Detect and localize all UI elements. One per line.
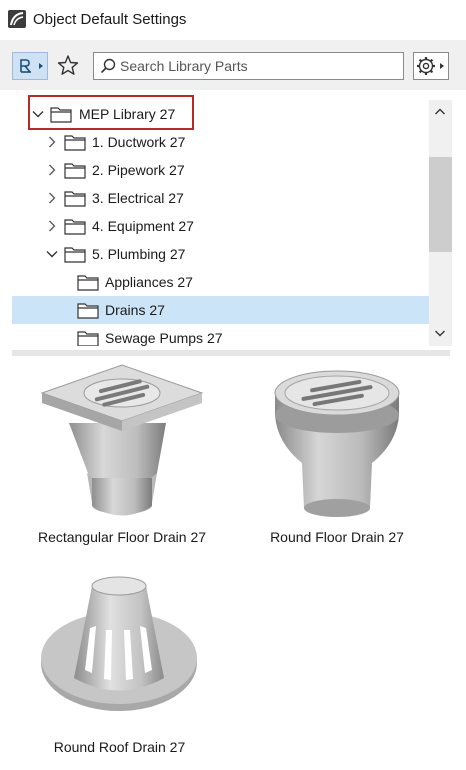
chevron-right-icon[interactable] bbox=[46, 136, 58, 148]
library-part-preview-grid: Rectangular Floor Drain 27 Round Floor D… bbox=[12, 363, 450, 770]
chevron-right-icon[interactable] bbox=[46, 192, 58, 204]
panel-splitter[interactable] bbox=[12, 350, 450, 356]
tree-item-label: 2. Pipework 27 bbox=[92, 162, 185, 178]
tree-item-label: 3. Electrical 27 bbox=[92, 190, 184, 206]
folder-icon bbox=[77, 331, 99, 346]
folder-icon bbox=[64, 135, 86, 151]
title-bar: Object Default Settings bbox=[0, 0, 466, 50]
tree-item-label: Drains 27 bbox=[105, 302, 165, 318]
library-parts-button[interactable] bbox=[12, 52, 48, 80]
chevron-right-icon[interactable] bbox=[46, 164, 58, 176]
chevron-down-icon[interactable] bbox=[46, 248, 58, 260]
library-parts-icon bbox=[20, 59, 43, 73]
star-icon bbox=[57, 55, 79, 75]
search-icon bbox=[100, 58, 116, 74]
tree-item-plumbing[interactable]: 5. Plumbing 27 bbox=[12, 240, 429, 268]
chevron-right-icon[interactable] bbox=[46, 220, 58, 232]
folder-icon bbox=[64, 247, 86, 263]
part-round-roof-drain[interactable]: Round Roof Drain 27 bbox=[32, 568, 207, 758]
tree-item-appliances[interactable]: Appliances 27 bbox=[12, 268, 429, 296]
settings-menu-button[interactable] bbox=[413, 52, 449, 80]
folder-icon bbox=[64, 191, 86, 207]
folder-icon bbox=[77, 275, 99, 291]
tree-item-label: Appliances 27 bbox=[105, 274, 193, 290]
folder-icon bbox=[77, 303, 99, 319]
part-rectangular-floor-drain[interactable]: Rectangular Floor Drain 27 bbox=[32, 363, 212, 548]
tree-item-sewage-pumps[interactable]: Sewage Pumps 27 bbox=[12, 324, 429, 346]
scroll-down-icon[interactable] bbox=[434, 327, 446, 339]
part-round-floor-drain[interactable]: Round Floor Drain 27 bbox=[262, 363, 412, 548]
tree-item-label: 5. Plumbing 27 bbox=[92, 246, 186, 262]
scroll-up-icon[interactable] bbox=[434, 106, 446, 118]
archicad-app-icon bbox=[8, 10, 26, 28]
tree-item-label: 1. Ductwork 27 bbox=[92, 134, 186, 150]
tree-item-pipework[interactable]: 2. Pipework 27 bbox=[12, 156, 429, 184]
highlight-annotation bbox=[28, 95, 194, 130]
folder-icon bbox=[64, 163, 86, 179]
search-box[interactable] bbox=[93, 52, 404, 80]
gear-icon bbox=[417, 57, 444, 75]
tree-item-electrical[interactable]: 3. Electrical 27 bbox=[12, 184, 429, 212]
part-label: Round Floor Drain 27 bbox=[270, 529, 404, 545]
part-label: Round Roof Drain 27 bbox=[53, 739, 186, 755]
round-floor-drain-icon bbox=[274, 370, 400, 517]
rectangular-floor-drain-icon bbox=[40, 364, 204, 516]
search-input[interactable] bbox=[120, 57, 390, 75]
favorites-button[interactable] bbox=[54, 52, 82, 80]
window-title: Object Default Settings bbox=[33, 11, 187, 28]
tree-item-ductwork[interactable]: 1. Ductwork 27 bbox=[12, 128, 429, 156]
library-tree: MEP Library 27 1. Ductwork 27 2. Pipewor… bbox=[12, 100, 452, 346]
round-roof-drain-icon bbox=[41, 576, 197, 711]
folder-icon bbox=[64, 219, 86, 235]
tree-item-label: Sewage Pumps 27 bbox=[105, 330, 223, 346]
scroll-thumb[interactable] bbox=[429, 157, 452, 252]
toolbar bbox=[0, 40, 466, 90]
part-label: Rectangular Floor Drain 27 bbox=[37, 529, 207, 545]
tree-item-equipment[interactable]: 4. Equipment 27 bbox=[12, 212, 429, 240]
tree-scrollbar[interactable] bbox=[429, 100, 452, 346]
tree-item-drains[interactable]: Drains 27 bbox=[12, 296, 429, 324]
tree-item-label: 4. Equipment 27 bbox=[92, 218, 194, 234]
